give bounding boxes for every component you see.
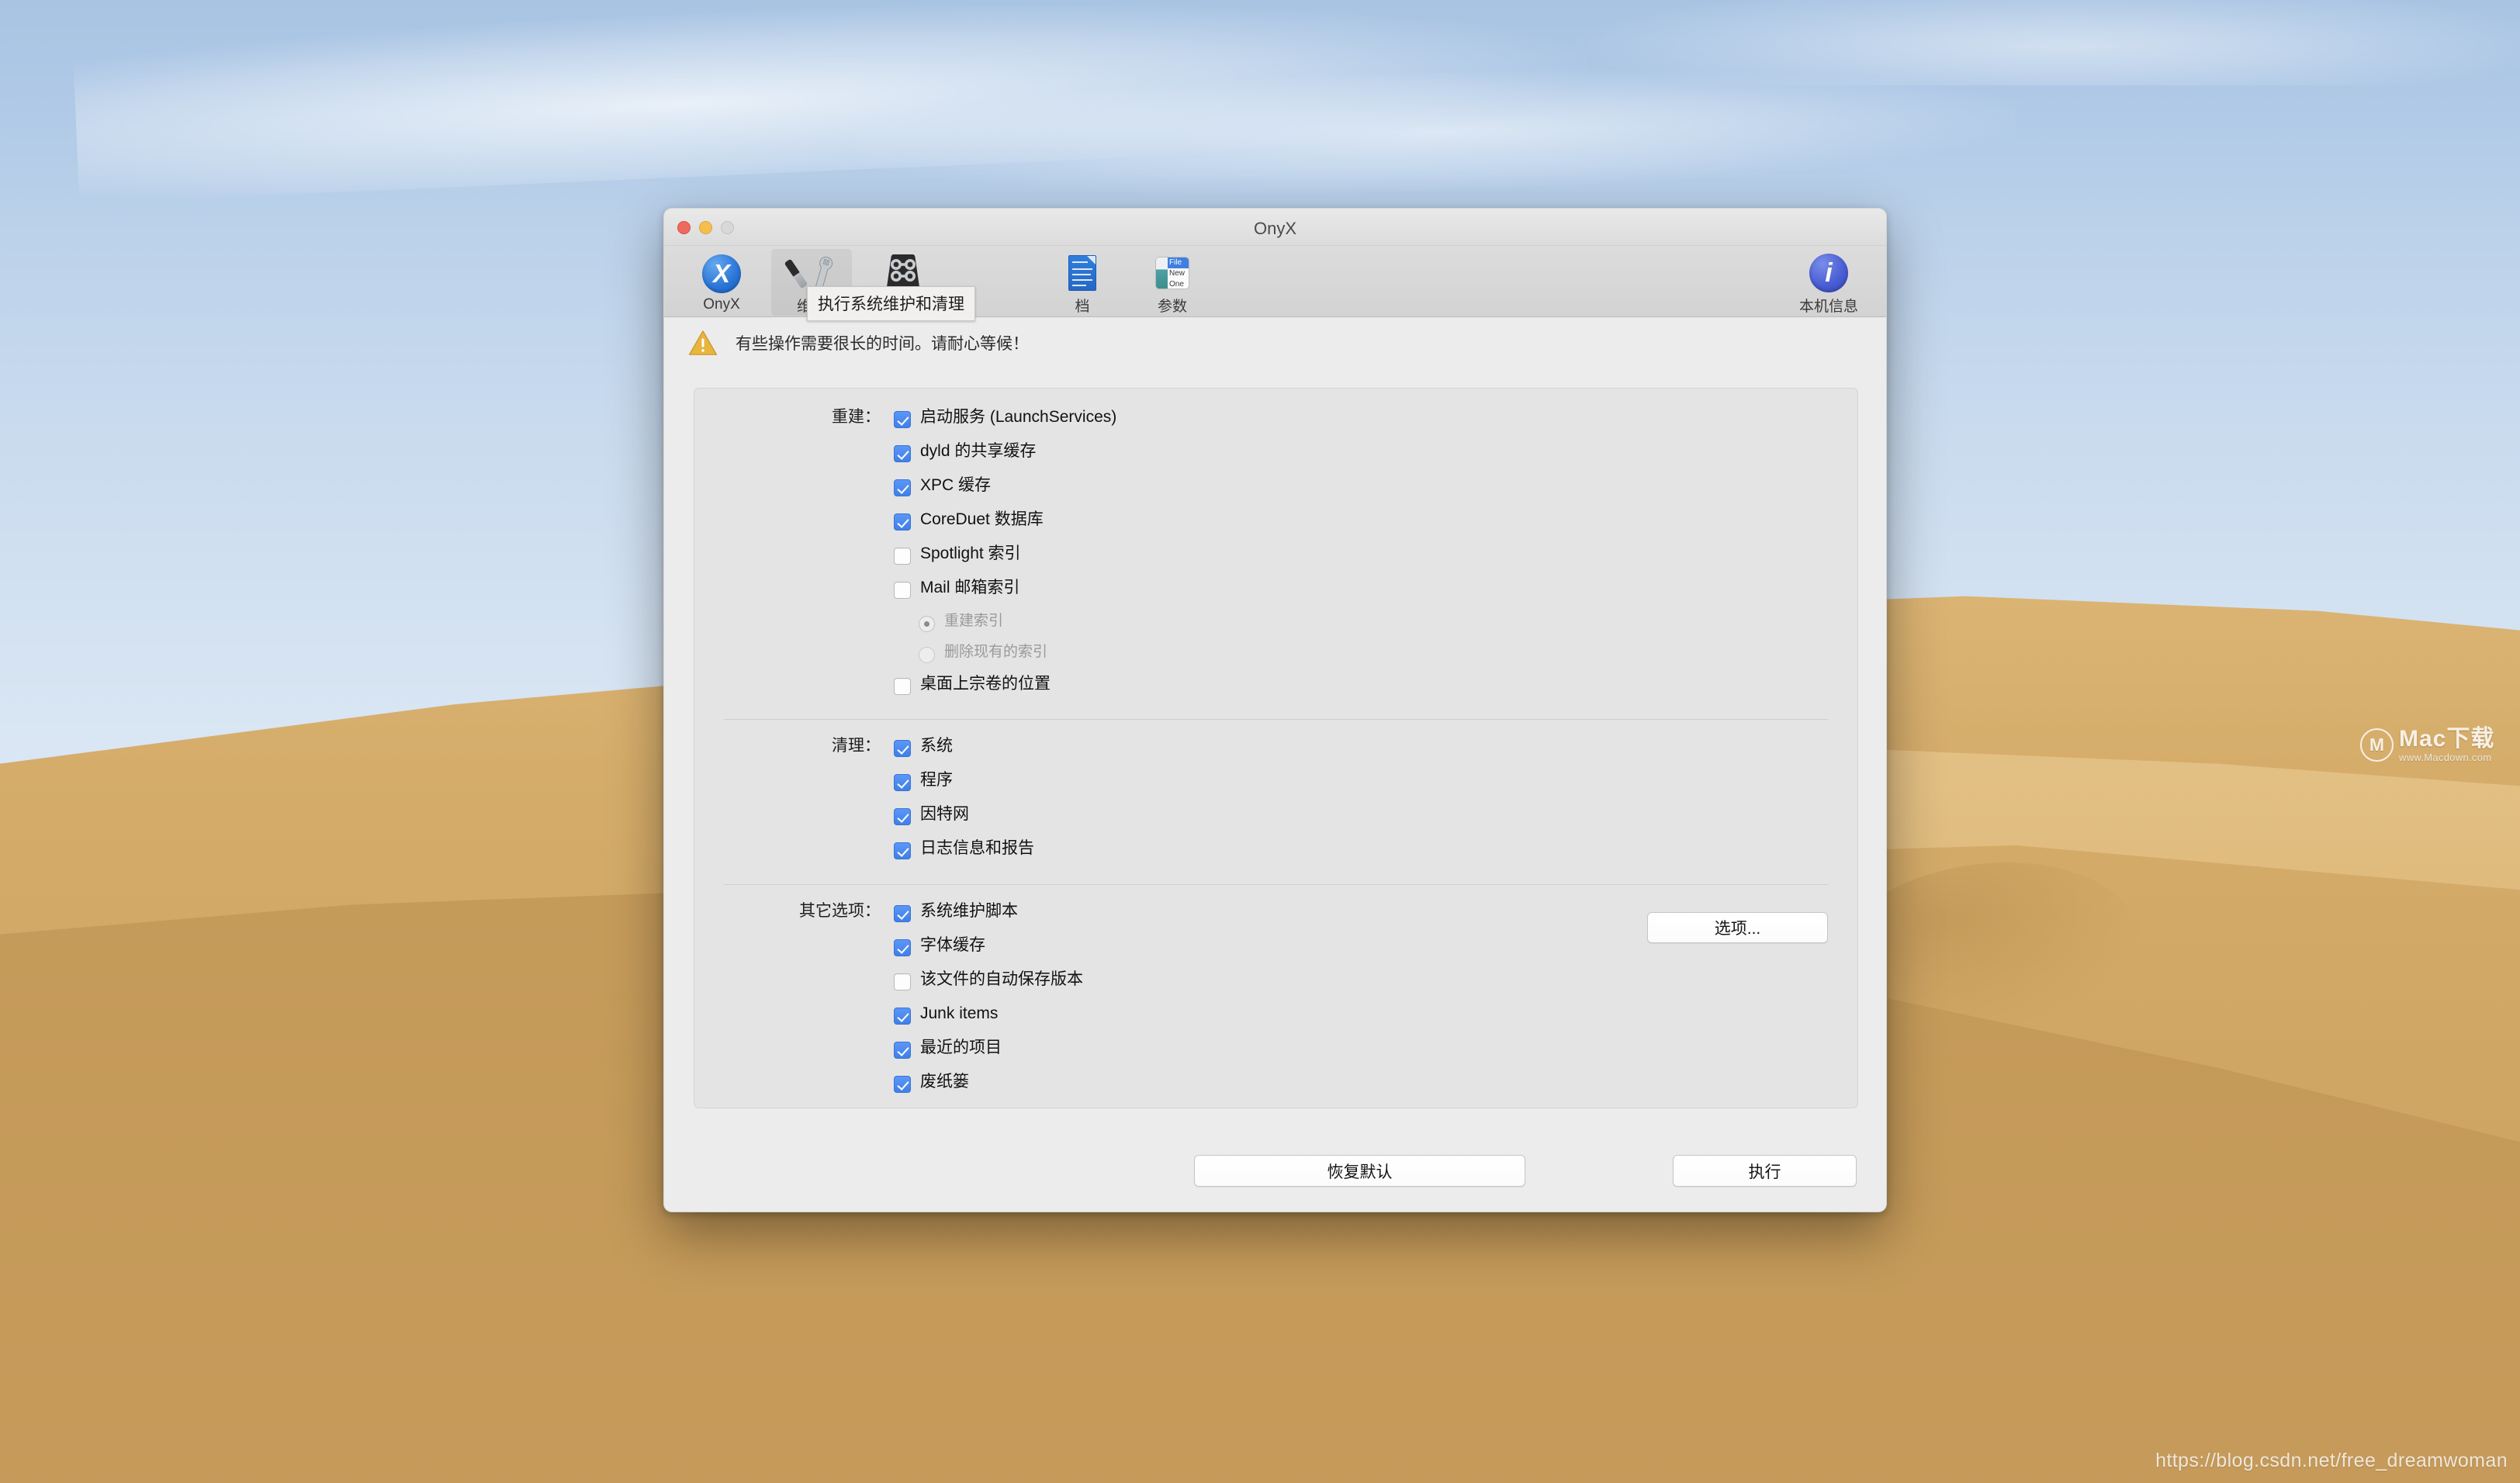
radio-rebuild-index[interactable] [919,615,935,632]
rebuild-row-6: 桌面上宗卷的位置 [694,672,1857,707]
toolbar-item-onyx[interactable]: X OnyX [681,249,762,316]
other-row-4: 最近的项目 [694,1036,1857,1070]
label-clean-system: 系统 [920,737,953,755]
label-xpc-cache: XPC 缓存 [920,476,992,494]
toolbar-label-parameters: 参数 [1157,299,1187,315]
document-icon [1068,253,1096,293]
section-other-options: 其它选项： 系统维护脚本 字体缓存 该文件的自动保存版本 Junk items … [694,885,1857,1104]
desktop-wallpaper: M Mac下载 www.Macdown.com https://blog.csd… [0,0,2520,1483]
onyx-app-icon: X [702,253,741,295]
checkbox-coreduet-database[interactable] [894,513,911,531]
label-dyld-shared-cache: dyld 的共享缓存 [920,442,1037,460]
rebuild-row-3: CoreDuet 数据库 [694,508,1857,542]
label-spotlight-index: Spotlight 索引 [920,544,1021,562]
checkbox-clean-logs-reports[interactable] [894,842,911,859]
window-footer: 恢复默认 执行 [664,1139,1886,1212]
checkbox-clean-applications[interactable] [894,774,911,791]
info-icon: i [1809,253,1848,293]
label-junk-items: Junk items [920,1004,999,1022]
other-row-0: 其它选项： 系统维护脚本 [694,900,1857,934]
onyx-window: OnyX X OnyX 维护 [663,208,1887,1212]
warning-triangle-icon [688,330,718,355]
rebuild-row-5: Mail 邮箱索引 [694,576,1857,610]
warning-text: 有些操作需要很长的时间。请耐心等候！ [736,335,1029,353]
macdown-logo-letter: M [2369,735,2385,755]
label-mail-index: Mail 邮箱索引 [920,579,1020,596]
rebuild-row-1: dyld 的共享缓存 [694,440,1857,474]
label-clean-applications: 程序 [920,771,953,789]
window-titlebar: OnyX [664,209,1886,246]
checkbox-junk-items[interactable] [894,1008,911,1025]
checkbox-recent-items[interactable] [894,1042,911,1059]
other-options-section-label: 其它选项： [799,902,881,920]
toolbar-item-info[interactable]: i 本机信息 [1788,249,1869,316]
rebuild-radio-row-0: 重建索引 [694,610,1857,641]
macdown-title: Mac下载 [2399,726,2495,752]
parameters-icon: File New One [1155,253,1189,293]
label-launchservices: 启动服务 (LaunchServices) [920,408,1117,426]
rebuild-row-2: XPC 缓存 [694,474,1857,508]
other-row-5: 废纸篓 [694,1070,1857,1104]
label-clean-logs-reports: 日志信息和报告 [920,839,1034,857]
checkbox-dyld-shared-cache[interactable] [894,445,911,462]
toolbar-label-onyx: OnyX [703,296,740,313]
checkbox-clean-system[interactable] [894,740,911,757]
checkbox-desktop-volume-position[interactable] [894,678,911,695]
checkbox-trash[interactable] [894,1076,911,1093]
rebuild-radio-row-1: 删除现有的索引 [694,641,1857,672]
maintenance-options-panel: 重建： 启动服务 (LaunchServices) dyld 的共享缓存 XPC… [694,388,1858,1108]
label-desktop-volume-position: 桌面上宗卷的位置 [920,675,1051,693]
section-cleaning: 清理： 系统 程序 因特网 日志信息和报告 选项... [694,720,1857,943]
macdown-url: www.Macdown.com [2399,752,2492,763]
label-clean-internet: 因特网 [920,805,969,823]
macdown-logo-icon: M [2360,728,2394,762]
cloud-wisp-icon [1562,0,2520,85]
label-rebuild-index: 重建索引 [944,613,1004,629]
label-font-cache: 字体缓存 [920,936,985,954]
warning-banner: 有些操作需要很长的时间。请耐心等候！ [664,317,1886,368]
checkbox-spotlight-index[interactable] [894,548,911,565]
label-autosave-versions: 该文件的自动保存版本 [920,970,1083,988]
label-recent-items: 最近的项目 [920,1039,1002,1056]
radio-delete-existing-index[interactable] [919,646,935,663]
toolbar-tooltip: 执行系统维护和清理 [807,286,975,321]
cleaning-section-label: 清理： [832,737,881,755]
toolbar-label-info: 本机信息 [1798,299,1858,315]
checkbox-clean-internet[interactable] [894,808,911,825]
cleaning-row-0: 清理： 系统 [694,735,1857,769]
execute-button[interactable]: 执行 [1673,1155,1857,1187]
label-coreduet-database: CoreDuet 数据库 [920,510,1044,528]
checkbox-xpc-cache[interactable] [894,479,911,496]
section-rebuild: 重建： 启动服务 (LaunchServices) dyld 的共享缓存 XPC… [694,389,1857,719]
checkbox-mail-index[interactable] [894,582,911,599]
rebuild-row-4: Spotlight 索引 [694,542,1857,576]
rebuild-section-label: 重建： [832,408,881,426]
window-title: OnyX [1253,219,1297,238]
restore-defaults-button[interactable]: 恢复默认 [1194,1155,1525,1187]
toolbar-item-logs[interactable]: 档 [1042,249,1123,316]
checkbox-launchservices[interactable] [894,411,911,428]
csdn-watermark: https://blog.csdn.net/free_dreamwoman [2155,1450,2508,1471]
cleaning-row-1: 程序 [694,769,1857,803]
checkbox-autosave-versions[interactable] [894,973,911,990]
rebuild-row-0: 重建： 启动服务 (LaunchServices) [694,406,1857,440]
toolbar-label-logs: 档 [1075,299,1090,315]
toolbar-item-parameters[interactable]: File New One 参数 [1132,249,1213,316]
label-system-maintenance-scripts: 系统维护脚本 [920,902,1018,920]
other-row-2: 该文件的自动保存版本 [694,968,1857,1002]
macdown-watermark: M Mac下载 www.Macdown.com [2360,728,2494,762]
cleaning-row-2: 因特网 [694,803,1857,837]
checkbox-font-cache[interactable] [894,939,911,956]
other-row-1: 字体缓存 [694,934,1857,968]
other-row-3: Junk items [694,1002,1857,1036]
toolbar: X OnyX 维护 [664,246,1886,321]
cleaning-row-3: 日志信息和报告 [694,837,1857,871]
label-delete-existing-index: 删除现有的索引 [944,644,1048,660]
checkbox-system-maintenance-scripts[interactable] [894,905,911,922]
label-trash: 废纸篓 [920,1073,969,1091]
